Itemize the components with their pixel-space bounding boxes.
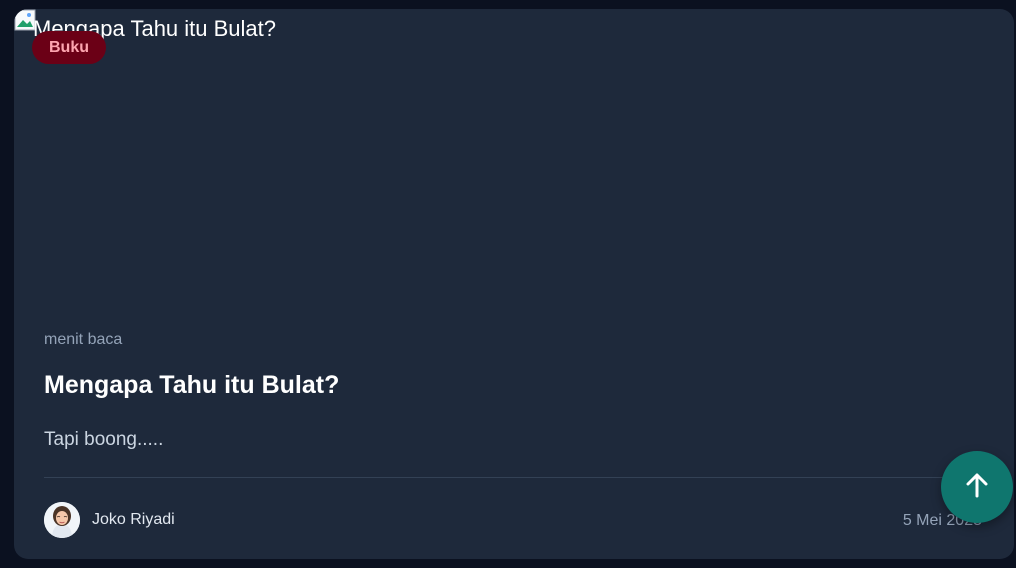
- author-info: Joko Riyadi: [44, 502, 175, 538]
- author-name: Joko Riyadi: [92, 511, 175, 528]
- read-time: menit baca: [44, 331, 123, 348]
- post-card[interactable]: Mengapa Tahu itu Bulat? Buku menit baca …: [14, 9, 1014, 559]
- post-excerpt: Tapi boong.....: [44, 429, 164, 450]
- divider: [44, 477, 984, 478]
- post-title[interactable]: Mengapa Tahu itu Bulat?: [44, 369, 339, 401]
- avatar: [44, 502, 80, 538]
- arrow-up-icon: [962, 470, 992, 505]
- category-badge[interactable]: Buku: [32, 31, 106, 64]
- scroll-to-top-button[interactable]: [941, 451, 1013, 523]
- page: Mengapa Tahu itu Bulat? Buku menit baca …: [0, 0, 1016, 568]
- post-cover-image: Mengapa Tahu itu Bulat?: [14, 9, 1014, 309]
